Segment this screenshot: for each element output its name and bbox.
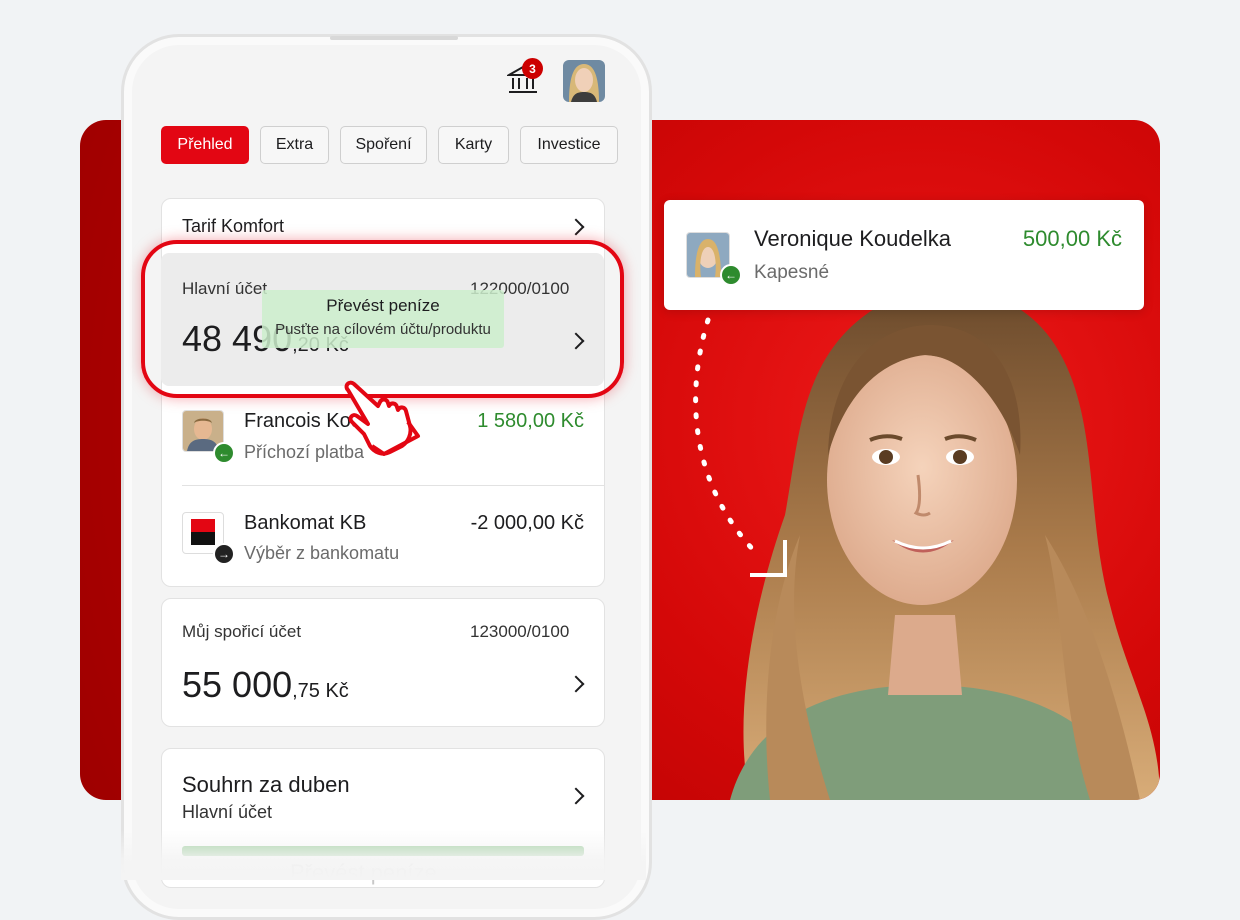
incoming-payment-card: ← Veronique Koudelka Kapesné 500,00 Kč (664, 200, 1144, 310)
savings-account-balance: 55 000,75 Kč (182, 664, 349, 705)
tab-karty[interactable]: Karty (438, 126, 509, 164)
tab-investice[interactable]: Investice (520, 126, 618, 164)
transaction-amount: -2 000,00 Kč (470, 512, 584, 534)
bottom-fade (121, 830, 646, 880)
savings-account-name: Můj spořicí účet (182, 622, 302, 641)
transaction-amount: 1 580,00 Kč (477, 410, 584, 432)
payment-amount: 500,00 Kč (1022, 226, 1122, 251)
drag-highlight-outline (141, 240, 624, 398)
savings-account-card[interactable] (161, 598, 605, 727)
tarif-label[interactable]: Tarif Komfort (182, 216, 284, 237)
summary-title: Souhrn za duben (182, 772, 350, 797)
tab-prehled[interactable]: Přehled (161, 126, 249, 164)
incoming-arrow-icon: ← (720, 264, 742, 286)
summary-subtitle: Hlavní účet (182, 802, 273, 822)
tab-sporeni[interactable]: Spoření (340, 126, 427, 164)
notification-badge: 3 (522, 58, 543, 79)
transaction-name: Bankomat KB (244, 512, 367, 534)
user-avatar[interactable] (563, 60, 605, 102)
savings-account-number: 123000/0100 (470, 622, 570, 641)
incoming-arrow-icon: ← (213, 442, 235, 464)
dotted-arrow-icon (693, 317, 787, 577)
sender-name: Veronique Koudelka (754, 226, 951, 251)
outgoing-arrow-icon: → (213, 543, 235, 565)
hand-pointer-icon (344, 380, 420, 456)
tab-extra[interactable]: Extra (260, 126, 329, 164)
payment-note: Kapesné (754, 262, 830, 283)
row-divider (182, 485, 604, 486)
phone-notch (330, 36, 458, 40)
transaction-type: Výběr z bankomatu (244, 543, 400, 563)
